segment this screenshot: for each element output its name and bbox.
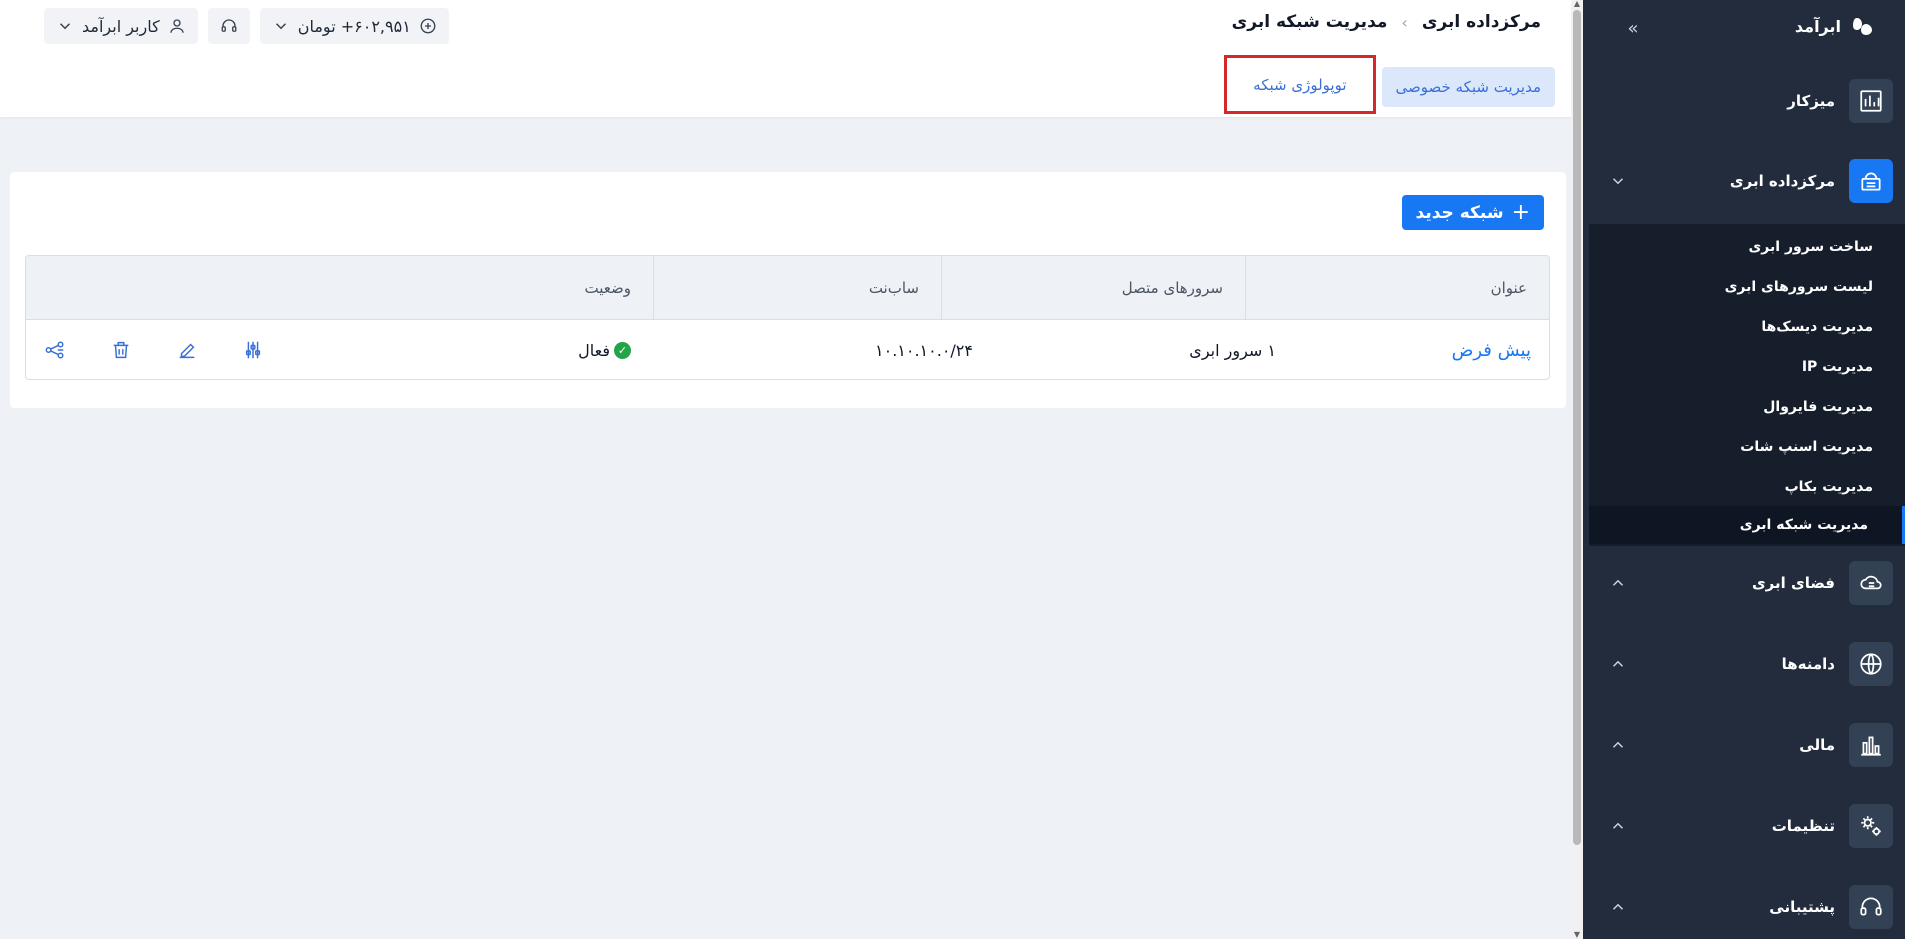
user-name: کاربر ابرآمد bbox=[82, 16, 160, 36]
submenu-item-firewall[interactable]: مدیریت فایروال bbox=[1589, 388, 1905, 426]
cloud-storage-icon bbox=[1849, 561, 1893, 605]
headset-icon bbox=[1849, 885, 1893, 929]
sliders-icon bbox=[245, 341, 261, 359]
pencil-icon bbox=[179, 343, 195, 359]
brand-name: ابرآمد bbox=[1794, 16, 1841, 36]
settings-sliders-button[interactable] bbox=[242, 339, 264, 361]
submenu-item-server-list[interactable]: لیست سرورهای ابری bbox=[1589, 268, 1905, 306]
sidebar: ابرآمد » میزکار مرکزداده ابری ساخت سرور … bbox=[1583, 0, 1905, 939]
sidebar-item-label: تنظیمات bbox=[1771, 817, 1835, 835]
edit-button[interactable] bbox=[176, 339, 198, 361]
chevron-up-icon bbox=[1612, 660, 1624, 667]
submenu-item-backup[interactable]: مدیریت بکاپ bbox=[1589, 468, 1905, 506]
column-header-status: وضعیت bbox=[584, 279, 631, 297]
plus-icon: + bbox=[1511, 199, 1530, 225]
cloud-datacenter-icon bbox=[1849, 159, 1893, 203]
column-header-servers: سرورهای متصل bbox=[941, 256, 1245, 320]
delete-button[interactable] bbox=[110, 339, 132, 361]
sidebar-item-settings[interactable]: تنظیمات bbox=[1583, 795, 1893, 857]
chevron-up-icon bbox=[1612, 579, 1624, 586]
chevron-down-icon bbox=[59, 23, 71, 30]
submenu-item-cloud-network[interactable]: مدیریت شبکه ابری bbox=[1589, 506, 1905, 544]
new-network-button[interactable]: + شبکه جدید bbox=[1401, 195, 1544, 230]
sidebar-item-cloud-storage[interactable]: فضای ابری bbox=[1583, 552, 1893, 614]
status-text: فعال bbox=[578, 340, 610, 360]
support-button[interactable] bbox=[207, 8, 250, 44]
scroll-down-icon[interactable]: ▼ bbox=[1573, 931, 1581, 939]
column-header-title: عنوان bbox=[1245, 256, 1549, 320]
new-network-label: شبکه جدید bbox=[1415, 202, 1504, 223]
topbar-actions: کاربر ابرآمد ۶۰۲,۹۵۱+ تومان bbox=[44, 8, 449, 44]
sidebar-item-label: مرکزداده ابری bbox=[1729, 172, 1835, 190]
balance-amount: ۶۰۲,۹۵۱+ تومان bbox=[297, 16, 411, 36]
tab-private-network[interactable]: مدیریت شبکه خصوصی bbox=[1381, 67, 1555, 107]
brand-logo-icon bbox=[1853, 18, 1872, 35]
sidebar-item-finance[interactable]: مالی bbox=[1583, 714, 1893, 776]
submenu-item-disks[interactable]: مدیریت دیسک‌ها bbox=[1589, 308, 1905, 346]
sidebar-item-dashboard[interactable]: میزکار bbox=[1583, 70, 1893, 132]
tab-network-topology[interactable]: توپولوژی شبکه bbox=[1224, 55, 1376, 114]
trash-icon bbox=[113, 341, 129, 359]
collapse-sidebar-icon[interactable]: » bbox=[1621, 16, 1645, 40]
table-row: پیش فرض ۱ سرور ابری ۱۰.۱۰.۱۰.۰/۲۴ ✓ فعال bbox=[26, 320, 1549, 379]
chevron-down-icon bbox=[275, 23, 286, 30]
breadcrumb-item-current: مدیریت شبکه ابری bbox=[1231, 12, 1388, 32]
chevron-up-icon bbox=[1612, 741, 1624, 748]
column-header-subnet: ساب‌نت bbox=[653, 256, 941, 320]
sidebar-item-datacenter[interactable]: مرکزداده ابری bbox=[1583, 150, 1893, 212]
share-topology-button[interactable] bbox=[44, 339, 66, 361]
sidebar-item-support[interactable]: پشتیبانی bbox=[1583, 876, 1893, 938]
brand[interactable]: ابرآمد bbox=[1795, 14, 1875, 38]
subnet-value: ۱۰.۱۰.۱۰.۰/۲۴ bbox=[875, 340, 973, 360]
user-menu-button[interactable]: کاربر ابرآمد bbox=[44, 8, 198, 44]
tabs: مدیریت شبکه خصوصی توپولوژی شبکه bbox=[1224, 55, 1555, 114]
share-nodes-icon bbox=[45, 341, 64, 359]
status-badge: ✓ فعال bbox=[578, 320, 649, 379]
chevron-down-icon bbox=[1612, 178, 1624, 185]
sidebar-item-label: دامنه‌ها bbox=[1781, 655, 1835, 673]
submenu-item-create-server[interactable]: ساخت سرور ابری bbox=[1589, 228, 1905, 266]
breadcrumb: مرکزداده ابری › مدیریت شبکه ابری bbox=[1232, 12, 1541, 32]
scroll-up-icon[interactable]: ▲ bbox=[1573, 0, 1581, 8]
chevron-up-icon bbox=[1612, 903, 1624, 910]
page-scrollbar[interactable]: ▲ ▼ bbox=[1571, 0, 1583, 939]
sidebar-item-label: مالی bbox=[1799, 736, 1835, 754]
scrollbar-thumb[interactable] bbox=[1573, 10, 1581, 845]
submenu-item-ip[interactable]: مدیریت IP bbox=[1589, 348, 1905, 386]
networks-table: عنوان سرورهای متصل ساب‌نت وضعیت پیش فرض … bbox=[25, 255, 1550, 380]
sidebar-item-domains[interactable]: دامنه‌ها bbox=[1583, 633, 1893, 695]
breadcrumb-separator-icon: › bbox=[1401, 12, 1408, 32]
breadcrumb-item-datacenter[interactable]: مرکزداده ابری bbox=[1422, 12, 1541, 32]
top-header: مرکزداده ابری › مدیریت شبکه ابری مدیریت … bbox=[0, 0, 1571, 117]
row-actions bbox=[44, 320, 264, 379]
sidebar-item-label: فضای ابری bbox=[1751, 574, 1835, 592]
dashboard-chart-icon bbox=[1849, 79, 1893, 123]
submenu-item-snapshot[interactable]: مدیریت اسنپ شات bbox=[1589, 428, 1905, 466]
networks-card: + شبکه جدید عنوان سرورهای متصل ساب‌نت وض… bbox=[10, 172, 1566, 408]
balance-button[interactable]: ۶۰۲,۹۵۱+ تومان bbox=[259, 8, 449, 44]
connected-servers: ۱ سرور ابری bbox=[1189, 340, 1276, 360]
globe-icon bbox=[1849, 642, 1893, 686]
user-icon bbox=[170, 19, 184, 33]
sidebar-item-label: پشتیبانی bbox=[1769, 898, 1835, 916]
gear-icon bbox=[1849, 804, 1893, 848]
network-title-link[interactable]: پیش فرض bbox=[1452, 320, 1549, 379]
chevron-up-icon bbox=[1612, 822, 1624, 829]
sidebar-item-label: میزکار bbox=[1787, 92, 1835, 110]
add-credit-icon bbox=[420, 18, 436, 34]
table-header: عنوان سرورهای متصل ساب‌نت وضعیت bbox=[26, 256, 1549, 320]
finance-chart-icon bbox=[1849, 723, 1893, 767]
headset-icon bbox=[221, 19, 237, 32]
check-circle-icon: ✓ bbox=[614, 341, 631, 359]
datacenter-submenu: ساخت سرور ابری لیست سرورهای ابری مدیریت … bbox=[1589, 224, 1905, 546]
